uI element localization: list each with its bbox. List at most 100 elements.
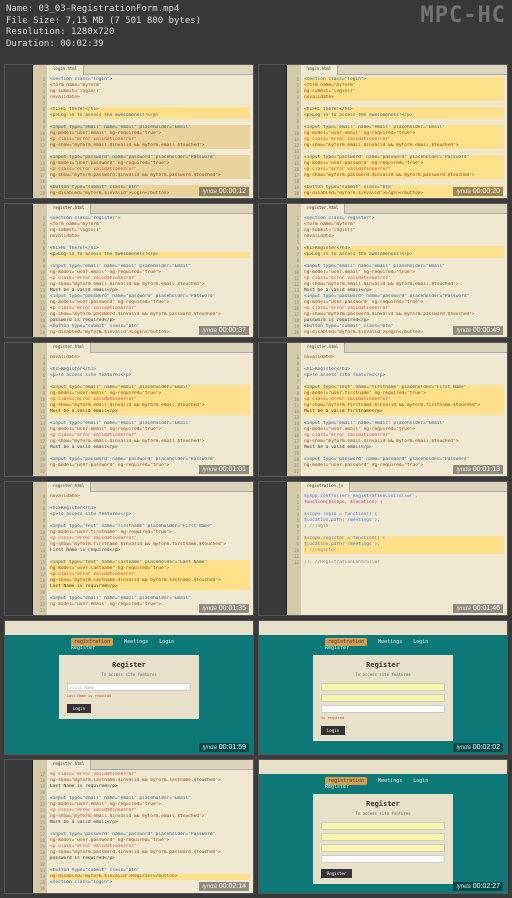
thumbnail-6[interactable]: 345678910111213141516171819202122 regist… (258, 342, 508, 477)
password-input[interactable] (321, 855, 445, 863)
web-preview: registration Meetings Login Register Reg… (5, 621, 253, 754)
first-name-input[interactable] (321, 822, 445, 830)
nav-meetings[interactable]: Meetings (378, 639, 402, 645)
thumbnail-grid: 1234567891011121314151617181920 login.ht… (0, 60, 512, 898)
nav-register[interactable]: Register (71, 645, 95, 651)
timestamp: lynda 00:02:27 (453, 882, 503, 891)
card-sub: To access site features (321, 672, 445, 677)
file-tree (259, 482, 287, 615)
file-tree (5, 343, 33, 476)
email-input[interactable] (321, 844, 445, 852)
nav-meetings[interactable]: Meetings (124, 639, 148, 645)
file-tab[interactable]: register.html (47, 482, 91, 492)
nav-login[interactable]: Login (413, 778, 428, 784)
name-label: Name: (6, 4, 33, 14)
browser-chrome (259, 760, 507, 774)
card-title: Register (321, 800, 445, 808)
file-tree (5, 760, 33, 893)
line-gutter: 1234567891011121314151617181920 (287, 204, 301, 337)
code-line: ng-show="myform.password.$invalid && myf… (50, 173, 250, 179)
first-name-input[interactable]: First Name (67, 683, 191, 691)
code-line: ng-show="myform.password.$invalid && myf… (304, 173, 504, 179)
login-button[interactable]: Login (67, 704, 91, 713)
thumbnail-2[interactable]: 1234567891011121314151617181920 login.ht… (258, 64, 508, 199)
card-sub: To access site features (321, 811, 445, 816)
card-sub: To access site features (67, 672, 191, 677)
thumbnail-8[interactable]: 123456789101112 registration.js myApp.co… (258, 481, 508, 616)
error-msg: Last Name is required (67, 694, 191, 698)
error-msg: is required (321, 716, 445, 720)
register-button[interactable]: Register (321, 869, 352, 878)
file-tab[interactable]: login.html (301, 65, 338, 75)
first-name-input[interactable] (321, 683, 445, 691)
file-tree (259, 204, 287, 337)
nav-login[interactable]: Login (413, 639, 428, 645)
code-editor: register.html <p class="error validation… (47, 760, 253, 893)
file-tree (259, 65, 287, 198)
file-tree (5, 482, 33, 615)
nav-register[interactable]: Register (325, 784, 349, 790)
timestamp: lynda 00:01:01 (199, 465, 249, 474)
file-tab[interactable]: register.html (47, 204, 91, 214)
line-gutter: 1234567891011121314151617181920 (287, 65, 301, 198)
web-preview: registration Meetings Login Register Reg… (259, 621, 507, 754)
thumbnail-11[interactable]: 1718192021222324252627282930313233343536… (4, 759, 254, 894)
line-gutter: 1234567891011121314151617181920 (33, 65, 47, 198)
nav-bar: registration Meetings Login Register (67, 639, 191, 651)
res-label: Resolution: (6, 27, 66, 37)
browser-chrome (5, 621, 253, 635)
file-tab[interactable]: register.html (47, 343, 91, 353)
code-editor: registration.js myApp.controller('Regist… (301, 482, 507, 615)
nav-meetings[interactable]: Meetings (378, 778, 402, 784)
line-gutter: 4567891011121314151617181920212223 (33, 482, 47, 615)
thumbnail-9[interactable]: registration Meetings Login Register Reg… (4, 620, 254, 755)
file-tab[interactable]: registration.js (301, 482, 350, 492)
file-tab[interactable]: login.html (47, 65, 84, 75)
card-title: Register (321, 661, 445, 669)
file-tab[interactable]: register.html (47, 760, 91, 770)
mpc-logo: MPC-HC (421, 2, 506, 31)
login-button[interactable]: Login (321, 726, 345, 735)
line-gutter: 1234567891011121314151617181920 (33, 204, 47, 337)
code-editor: register.html novalidate> <h1>Register</… (301, 343, 507, 476)
size-label: File Size: (6, 16, 60, 26)
thumbnail-3[interactable]: 1234567891011121314151617181920 register… (4, 203, 254, 338)
timestamp: lynda 00:02:14 (199, 882, 249, 891)
dur-label: Duration: (6, 39, 55, 49)
file-tree (259, 343, 287, 476)
thumbnail-12[interactable]: registration Meetings Login Register Reg… (258, 759, 508, 894)
timestamp: lynda 00:02:02 (453, 743, 503, 752)
code-editor: login.html <section class="login"> <form… (301, 65, 507, 198)
thumbnail-1[interactable]: 1234567891011121314151617181920 login.ht… (4, 64, 254, 199)
thumbnail-7[interactable]: 4567891011121314151617181920212223 regis… (4, 481, 254, 616)
file-tab[interactable]: register.html (301, 343, 345, 353)
register-card: Register To access site features First N… (59, 655, 199, 719)
code-editor: register.html novalidate> <h1>Register</… (47, 482, 253, 615)
code-editor: register.html <section class="register">… (301, 204, 507, 337)
file-tab[interactable]: register.html (301, 204, 345, 214)
name-value: 03_03-RegistrationForm.mp4 (39, 4, 180, 14)
nav-bar: registration Meetings Login Register (321, 639, 445, 651)
timestamp: lynda 00:01:13 (453, 465, 503, 474)
email-input[interactable] (321, 705, 445, 713)
res-value: 1280x720 (71, 27, 114, 37)
nav-bar: registration Meetings Login Register (321, 778, 445, 790)
thumbnail-10[interactable]: registration Meetings Login Register Reg… (258, 620, 508, 755)
register-card: Register To access site features is requ… (313, 655, 453, 741)
code-editor: register.html <section class="register">… (47, 204, 253, 337)
timestamp: lynda 00:00:20 (453, 187, 503, 196)
code-line: }); //RegistrationController (304, 560, 504, 566)
thumbnail-5[interactable]: 345678910111213141516171819202122 regist… (4, 342, 254, 477)
code-editor: register.html novalidate> <h1>Register</… (47, 343, 253, 476)
last-name-input[interactable] (321, 833, 445, 841)
thumbnail-4[interactable]: 1234567891011121314151617181920 register… (258, 203, 508, 338)
file-tree (5, 204, 33, 337)
line-gutter: 1718192021222324252627282930313233343536 (33, 760, 47, 893)
register-card: Register To access site features Registe… (313, 794, 453, 884)
nav-register[interactable]: Register (325, 645, 349, 651)
nav-login[interactable]: Login (159, 639, 174, 645)
timestamp: lynda 00:01:59 (199, 743, 249, 752)
timestamp: lynda 00:00:37 (199, 326, 249, 335)
last-name-input[interactable] (321, 694, 445, 702)
browser-chrome (259, 621, 507, 635)
